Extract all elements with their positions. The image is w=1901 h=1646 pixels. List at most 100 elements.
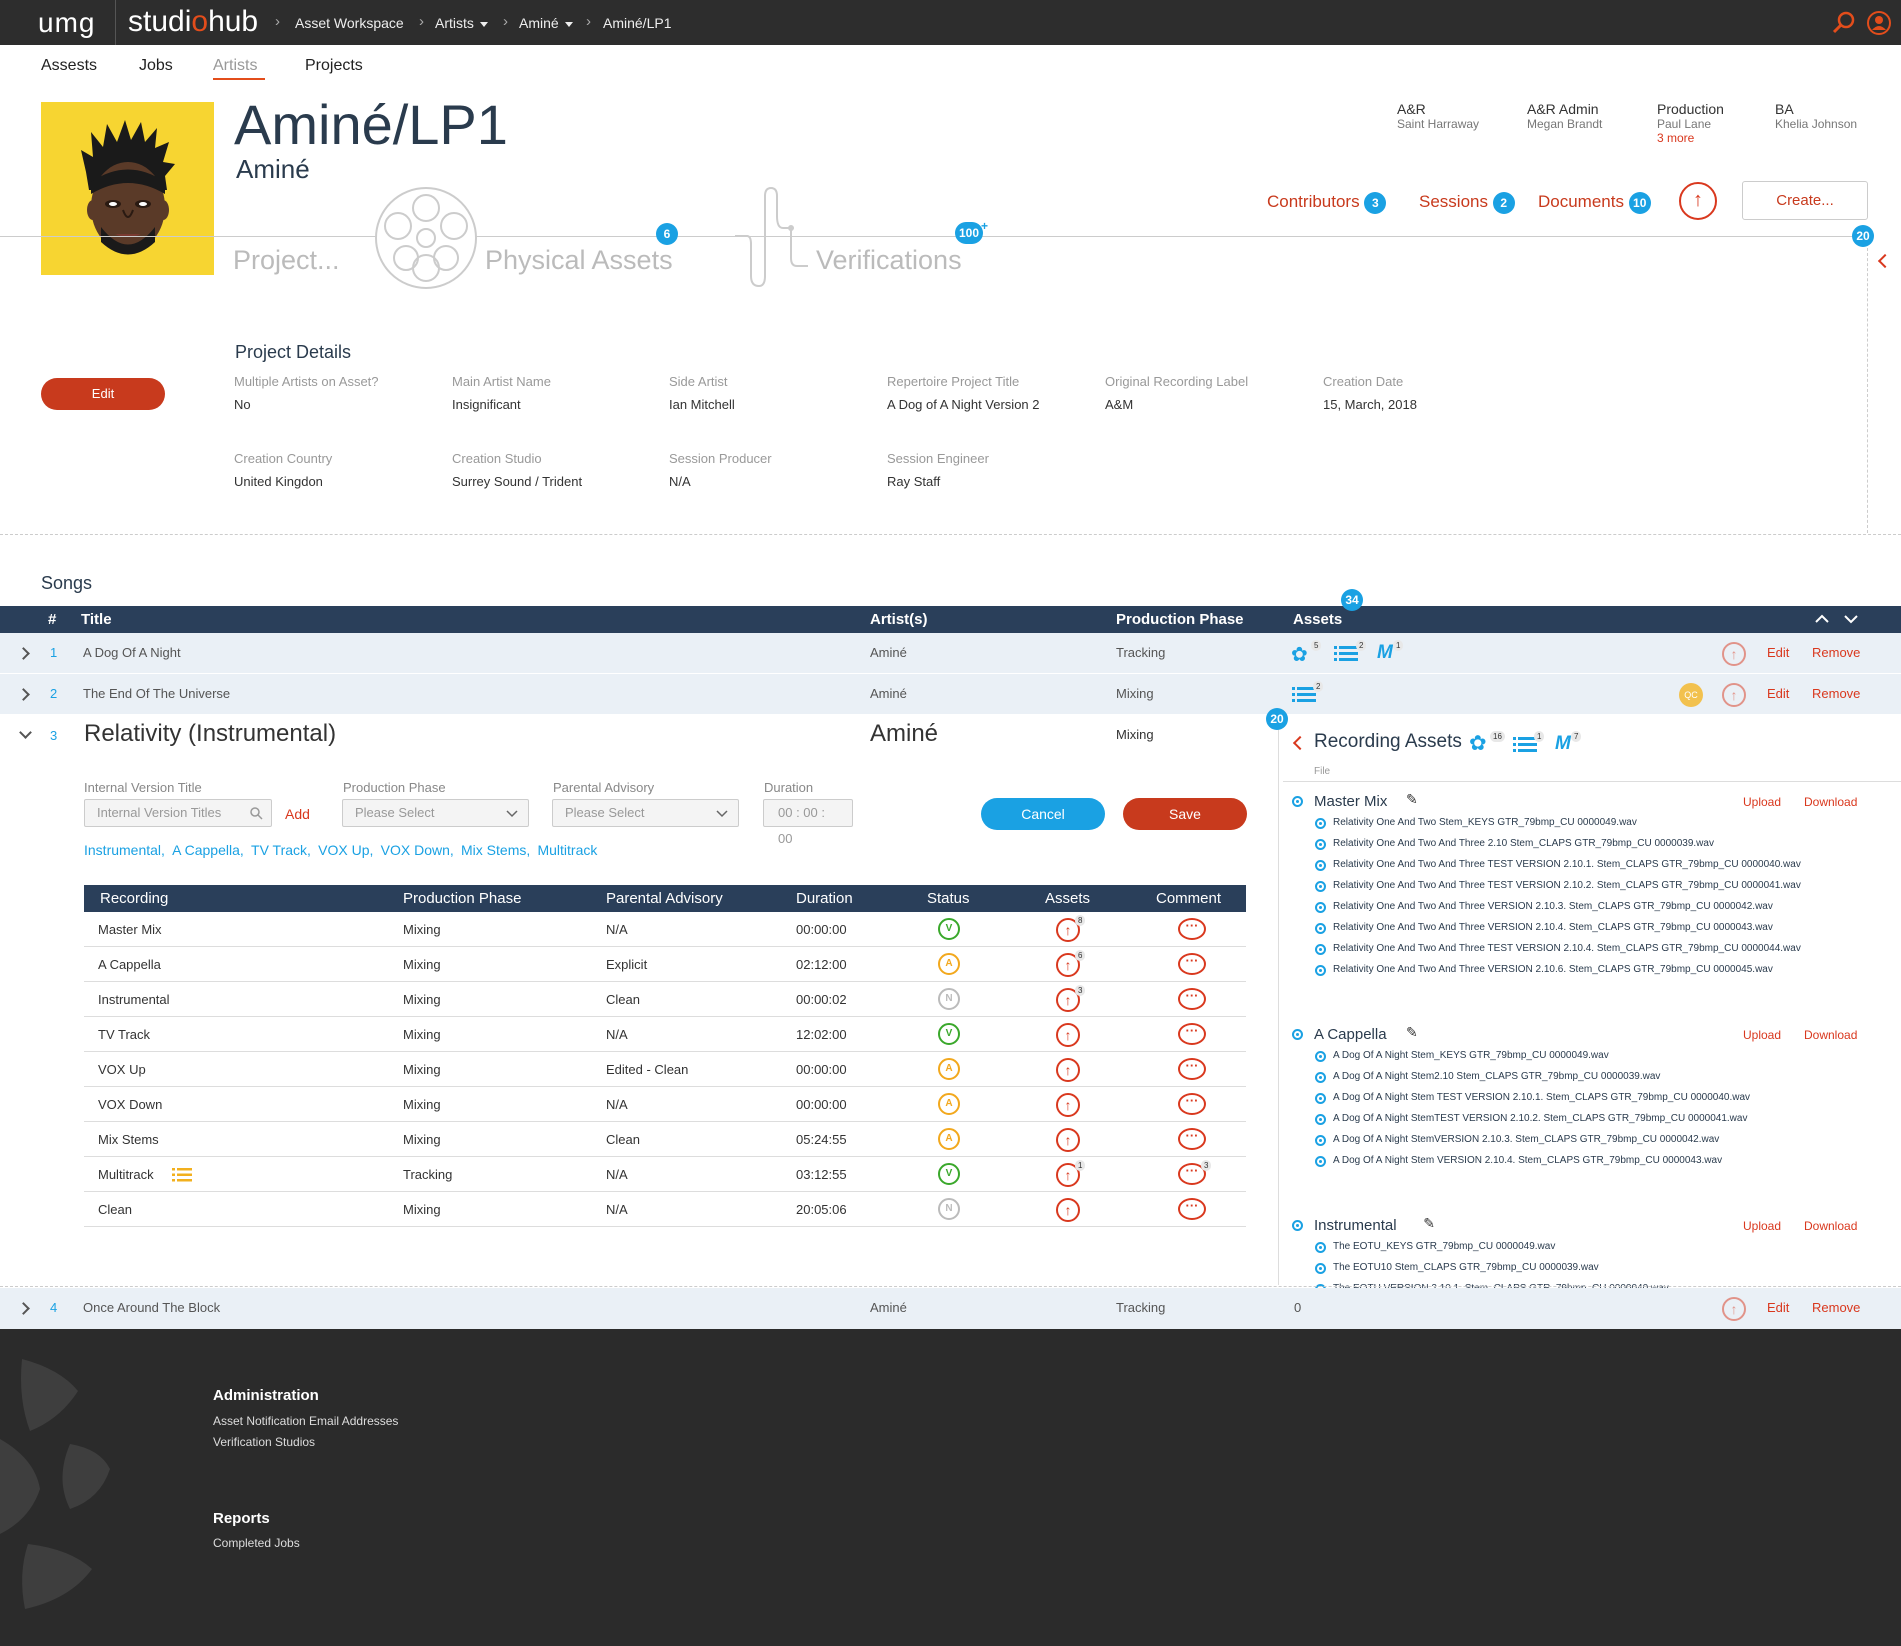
- status-badge[interactable]: A: [938, 953, 960, 975]
- upload-icon[interactable]: ↑: [1722, 1297, 1746, 1321]
- song-title[interactable]: Once Around The Block: [83, 1300, 220, 1315]
- song-row[interactable]: 2 The End Of The Universe Aminé Mixing 2…: [0, 673, 1901, 714]
- song-title[interactable]: A Dog Of A Night: [83, 645, 181, 660]
- file-bullet-icon[interactable]: [1315, 944, 1326, 955]
- comment-icon[interactable]: ···: [1178, 1093, 1206, 1115]
- table-row[interactable]: A Cappella Mixing Explicit 02:12:00 A ↑ 6 ·…: [84, 947, 1246, 982]
- pencil-icon[interactable]: ✎: [1423, 1215, 1435, 1232]
- chevron-down-icon[interactable]: [19, 726, 32, 739]
- nav-artists[interactable]: Artists: [213, 57, 257, 75]
- comment-icon[interactable]: ···: [1178, 1198, 1206, 1220]
- comment-icon[interactable]: ···: [1178, 1023, 1206, 1045]
- recording-name[interactable]: Mix Stems: [98, 1132, 159, 1147]
- save-button[interactable]: Save: [1123, 798, 1247, 830]
- asset-group-title[interactable]: Instrumental: [1314, 1217, 1397, 1234]
- recording-name[interactable]: Master Mix: [98, 922, 162, 937]
- table-row[interactable]: VOX Down Mixing N/A 00:00:00 A ↑ ···: [84, 1087, 1246, 1122]
- search-icon[interactable]: [1832, 11, 1856, 35]
- asset-file[interactable]: Relativity One And Two And Three VERSION…: [1333, 901, 1773, 912]
- collapse-all-icon[interactable]: [1814, 613, 1830, 625]
- col-assets[interactable]: Assets: [1045, 890, 1090, 907]
- recording-name[interactable]: VOX Up: [98, 1062, 146, 1077]
- tab-documents[interactable]: Documents 10: [1538, 192, 1651, 214]
- edit-link[interactable]: Edit: [1767, 645, 1789, 660]
- col-title[interactable]: Title: [81, 611, 112, 628]
- file-bullet-icon[interactable]: [1315, 902, 1326, 913]
- col-assets[interactable]: Assets: [1293, 611, 1342, 628]
- film-reel-icon[interactable]: [371, 186, 481, 291]
- chevron-right-icon[interactable]: [17, 647, 30, 660]
- more-link[interactable]: 3 more: [1657, 131, 1694, 145]
- asset-file[interactable]: Relativity One And Two And Three TEST VE…: [1333, 880, 1801, 891]
- upload-icon[interactable]: ↑: [1056, 1128, 1080, 1152]
- file-bullet-icon[interactable]: [1315, 1093, 1326, 1104]
- file-bullet-icon[interactable]: [1315, 839, 1326, 850]
- col-recording[interactable]: Recording: [100, 890, 168, 907]
- pencil-icon[interactable]: ✎: [1406, 791, 1418, 808]
- comment-icon[interactable]: ···: [1178, 1058, 1206, 1080]
- tag-instrumental[interactable]: Instrumental,: [84, 842, 165, 858]
- studiohub-logo[interactable]: studiohub: [128, 5, 258, 39]
- add-button[interactable]: Add: [285, 806, 310, 822]
- upload-link[interactable]: Upload: [1743, 1219, 1781, 1233]
- asset-file[interactable]: A Dog Of A Night Stem2.10 Stem_CLAPS GTR…: [1333, 1071, 1660, 1082]
- pencil-icon[interactable]: ✎: [1406, 1024, 1418, 1041]
- expand-all-icon[interactable]: [1843, 613, 1859, 625]
- col-duration[interactable]: Duration: [796, 890, 853, 907]
- list-icon[interactable]: [1334, 646, 1358, 662]
- file-bullet-icon[interactable]: [1315, 818, 1326, 829]
- download-link[interactable]: Download: [1804, 1028, 1857, 1042]
- upload-icon[interactable]: ↑: [1056, 1058, 1080, 1082]
- file-bullet-icon[interactable]: [1315, 1263, 1326, 1274]
- table-row[interactable]: VOX Up Mixing Edited - Clean 00:00:00 A ↑…: [84, 1052, 1246, 1087]
- song-row[interactable]: 1 A Dog Of A Night Aminé Tracking ✿ 5 2 M…: [0, 633, 1901, 674]
- remove-link[interactable]: Remove: [1812, 645, 1860, 660]
- remove-link[interactable]: Remove: [1812, 686, 1860, 701]
- recording-name[interactable]: VOX Down: [98, 1097, 162, 1112]
- tag-a-cappella[interactable]: A Cappella,: [172, 842, 244, 858]
- tag-vox-down[interactable]: VOX Down,: [381, 842, 454, 858]
- breadcrumb-asset-workspace[interactable]: Asset Workspace: [295, 15, 404, 31]
- list-icon[interactable]: [1292, 687, 1316, 703]
- file-bullet-icon[interactable]: [1315, 1135, 1326, 1146]
- asset-file[interactable]: A Dog Of A Night Stem VERSION 2.10.4. St…: [1333, 1155, 1722, 1166]
- table-row[interactable]: Mix Stems Mixing Clean 05:24:55 A ↑ ···: [84, 1122, 1246, 1157]
- file-bullet-icon[interactable]: [1315, 1051, 1326, 1062]
- upload-icon[interactable]: ↑: [1722, 683, 1746, 707]
- stage-physical-assets[interactable]: Physical Assets: [485, 245, 673, 276]
- tag-tv-track[interactable]: TV Track,: [251, 842, 311, 858]
- upload-icon[interactable]: ↑: [1056, 1023, 1080, 1047]
- file-bullet-icon[interactable]: [1315, 1156, 1326, 1167]
- stage-verifications[interactable]: Verifications: [816, 245, 962, 276]
- recording-name[interactable]: Instrumental: [98, 992, 170, 1007]
- table-row[interactable]: Master Mix Mixing N/A 00:00:00 V ↑ 8 ···: [84, 912, 1246, 947]
- asset-file[interactable]: A Dog Of A Night StemVERSION 2.10.3. Ste…: [1333, 1134, 1719, 1145]
- download-link[interactable]: Download: [1804, 795, 1857, 809]
- edit-button[interactable]: Edit: [41, 378, 165, 410]
- status-badge[interactable]: V: [938, 1163, 960, 1185]
- upload-icon[interactable]: ↑: [1679, 182, 1717, 220]
- midi-icon[interactable]: M: [1555, 733, 1571, 755]
- table-row[interactable]: Clean Mixing N/A 20:05:06 N ↑ ···: [84, 1192, 1246, 1227]
- tag-vox-up[interactable]: VOX Up,: [318, 842, 373, 858]
- footer-link[interactable]: Completed Jobs: [213, 1536, 300, 1550]
- chevron-right-icon[interactable]: [17, 1302, 30, 1315]
- status-badge[interactable]: V: [938, 1023, 960, 1045]
- status-badge[interactable]: A: [938, 1128, 960, 1150]
- upload-link[interactable]: Upload: [1743, 1028, 1781, 1042]
- comment-icon[interactable]: ···: [1178, 1128, 1206, 1150]
- breadcrumb-artists[interactable]: Artists: [435, 15, 488, 31]
- song-title[interactable]: The End Of The Universe: [83, 686, 230, 701]
- footer-link[interactable]: Verification Studios: [213, 1435, 315, 1449]
- stage-project[interactable]: Project...: [233, 245, 340, 276]
- col-advisory[interactable]: Parental Advisory: [606, 890, 723, 907]
- upload-icon[interactable]: ↑: [1056, 1198, 1080, 1222]
- chevron-left-icon[interactable]: [1292, 735, 1308, 751]
- edit-link[interactable]: Edit: [1767, 686, 1789, 701]
- asset-file[interactable]: Relativity One And Two And Three TEST VE…: [1333, 943, 1801, 954]
- col-comment[interactable]: Comment: [1156, 890, 1221, 907]
- asset-file[interactable]: A Dog Of A Night StemTEST VERSION 2.10.2…: [1333, 1113, 1747, 1124]
- upload-icon[interactable]: ↑: [1722, 642, 1746, 666]
- asset-file[interactable]: A Dog Of A Night Stem_KEYS GTR_79bmp_CU …: [1333, 1050, 1609, 1061]
- upload-icon[interactable]: ↑: [1056, 1093, 1080, 1117]
